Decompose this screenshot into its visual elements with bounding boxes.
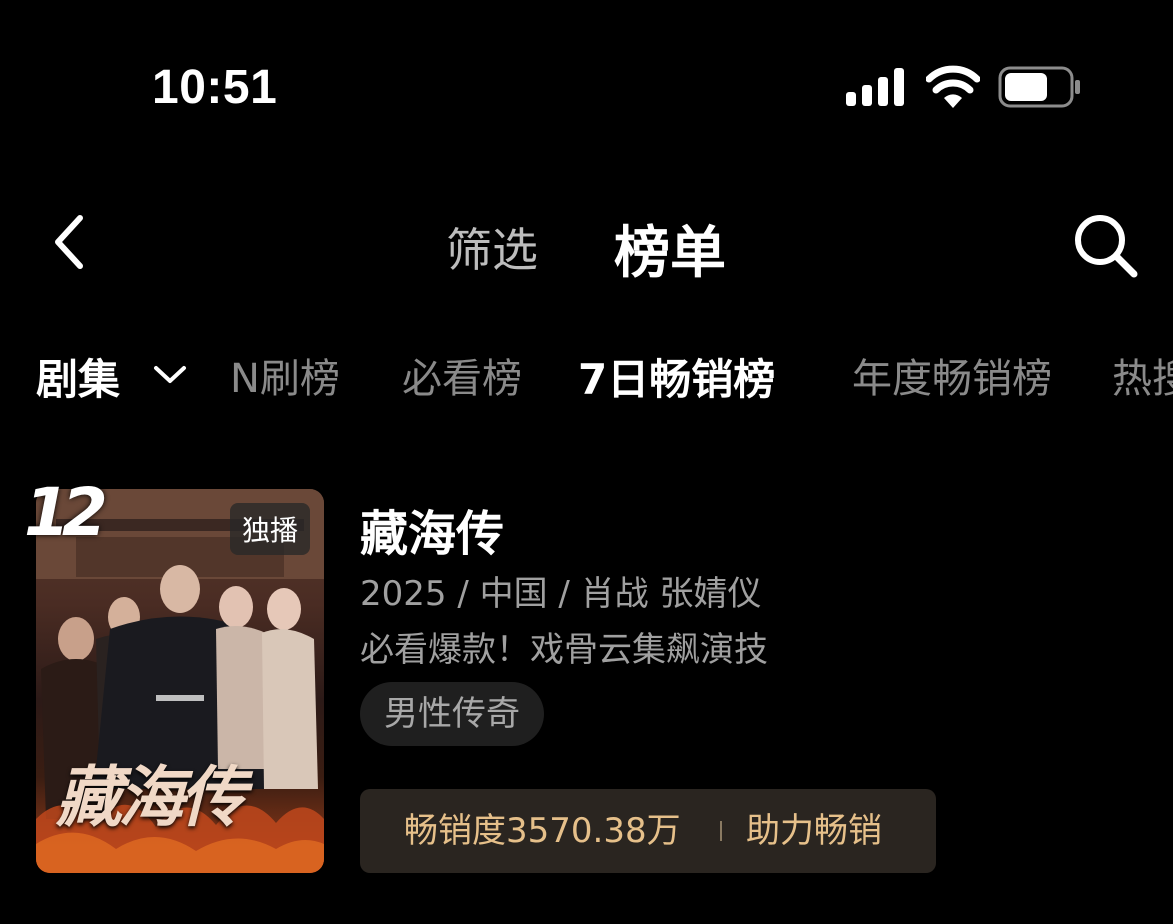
chevron-down-icon[interactable] xyxy=(152,362,188,386)
show-tagline: 必看爆款！戏骨云集飙演技 xyxy=(360,630,768,670)
genre-tag[interactable]: 男性传奇 xyxy=(360,682,544,746)
tab-ranking[interactable]: 榜单 xyxy=(614,208,726,289)
boost-sales-button[interactable]: 助力畅销 xyxy=(746,789,882,873)
divider xyxy=(720,821,722,841)
cellular-signal-icon xyxy=(846,68,904,106)
battery-icon xyxy=(998,66,1080,108)
show-title[interactable]: 藏海传 xyxy=(360,494,504,564)
poster-title-art: 藏海传 xyxy=(56,758,246,836)
status-time: 10:51 xyxy=(152,61,278,114)
sales-score: 畅销度3570.38万 xyxy=(404,811,681,851)
category-tab-7day-bestseller[interactable]: 7日畅销榜 xyxy=(578,346,775,407)
tab-filter[interactable]: 筛选 xyxy=(446,214,538,280)
show-meta: 2025 / 中国 / 肖战 张婧仪 xyxy=(360,574,762,614)
wifi-icon xyxy=(926,65,980,108)
category-tab-n-rewatch[interactable]: N刷榜 xyxy=(230,346,340,404)
category-dropdown[interactable]: 剧集 xyxy=(36,346,120,407)
chevron-left-icon[interactable] xyxy=(50,212,90,272)
sales-bar[interactable]: 畅销度3570.38万 助力畅销 xyxy=(360,789,936,873)
category-bar: 剧集 N刷榜 必看榜 7日畅销榜 年度畅销榜 热搜 xyxy=(0,346,1173,408)
category-tab-annual-bestseller[interactable]: 年度畅销榜 xyxy=(852,346,1052,404)
search-icon[interactable] xyxy=(1072,212,1140,278)
category-tab-must-watch[interactable]: 必看榜 xyxy=(402,346,522,404)
rank-number: 12 xyxy=(24,474,108,551)
exclusive-badge: 独播 xyxy=(229,503,310,555)
category-tab-hot-search[interactable]: 热搜 xyxy=(1112,346,1173,404)
